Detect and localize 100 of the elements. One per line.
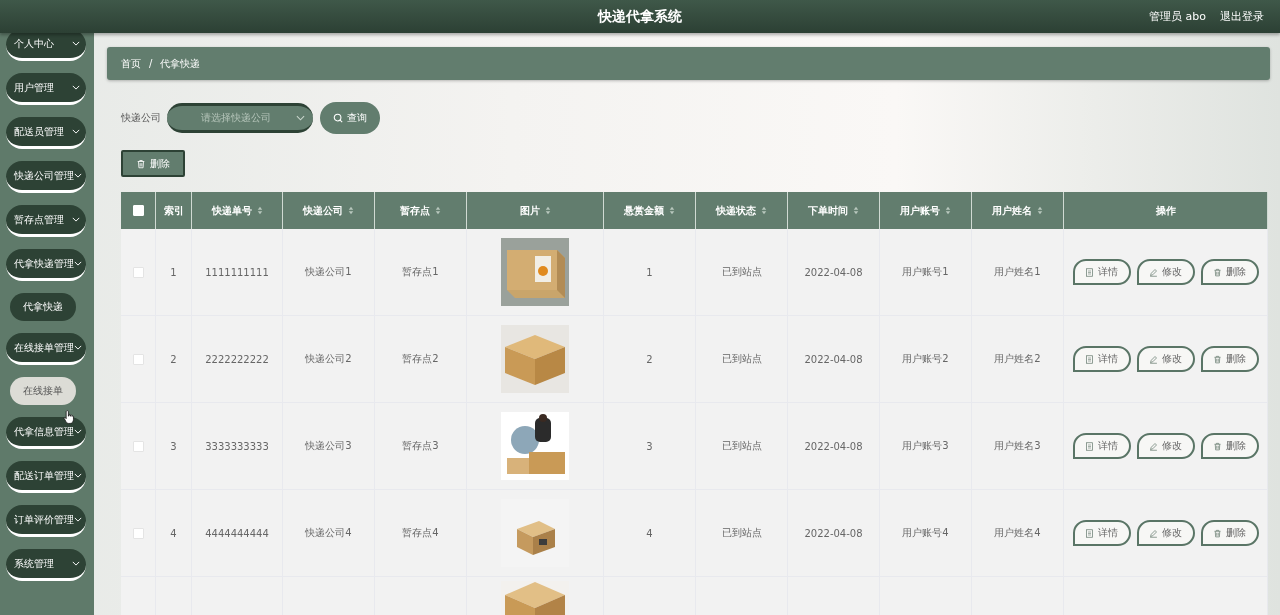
row-checkbox[interactable] xyxy=(132,266,144,278)
menu-item[interactable]: 配送订单管理 xyxy=(6,461,86,493)
submenu-item[interactable]: 在线接单 xyxy=(10,377,76,405)
table-cell: 用户姓名3 xyxy=(994,440,1041,451)
trash-icon xyxy=(1213,528,1222,538)
menu-item[interactable]: 配送员管理 xyxy=(6,117,86,149)
delete-button[interactable]: 删除 xyxy=(121,150,185,177)
chevron-icon xyxy=(74,517,82,522)
sort-icon xyxy=(669,206,675,215)
delete-button[interactable]: 删除 xyxy=(1200,433,1259,459)
table-cell: 暂存点4 xyxy=(402,527,439,538)
filter-label: 快递公司 xyxy=(121,110,161,125)
search-button[interactable]: 查询 xyxy=(320,101,380,134)
details-button[interactable]: 详情 xyxy=(1072,433,1131,459)
edit-button[interactable]: 修改 xyxy=(1136,259,1195,285)
table-cell: 快递公司4 xyxy=(305,527,352,538)
table-cell: 2022-04-08 xyxy=(804,266,863,278)
column-header[interactable]: 操作 xyxy=(1155,203,1176,218)
breadcrumb-link[interactable]: 代拿快递 xyxy=(160,56,201,71)
trash-icon xyxy=(1213,267,1222,277)
document-icon xyxy=(1085,528,1094,538)
menu-item[interactable]: 代拿信息管理 xyxy=(6,417,86,449)
details-button[interactable]: 详情 xyxy=(1072,520,1131,546)
menu-item[interactable]: 在线接单管理 xyxy=(6,333,86,365)
table-cell: 用户账号4 xyxy=(902,527,949,538)
table-cell: 4 xyxy=(170,527,177,539)
table-cell: 已到站点 xyxy=(721,266,762,277)
logout-link[interactable]: 退出登录 xyxy=(1220,9,1264,24)
sort-icon xyxy=(945,206,951,215)
edit-button[interactable]: 修改 xyxy=(1136,346,1195,372)
pencil-icon xyxy=(1149,528,1158,538)
table-cell: 已到站点 xyxy=(721,353,762,364)
menu-item[interactable]: 快递公司管理 xyxy=(6,161,86,193)
chevron-icon xyxy=(74,345,82,350)
chevron-icon xyxy=(72,85,80,90)
column-header[interactable]: 暂存点 xyxy=(400,203,441,218)
sort-icon xyxy=(348,206,354,215)
chevron-icon xyxy=(74,429,82,434)
table-cell: 2022-04-08 xyxy=(804,440,863,452)
delete-button[interactable]: 删除 xyxy=(1200,259,1259,285)
chevron-icon xyxy=(72,41,80,46)
menu-item[interactable]: 暂存点管理 xyxy=(6,205,86,237)
table-cell: 2022-04-08 xyxy=(804,353,863,365)
table-cell: 快递公司1 xyxy=(305,266,352,277)
table-cell: 快递公司3 xyxy=(305,440,352,451)
table-cell: 已到站点 xyxy=(721,440,762,451)
edit-button[interactable]: 修改 xyxy=(1136,433,1195,459)
chevron-icon xyxy=(74,173,82,178)
menu-item[interactable]: 用户管理 xyxy=(6,73,86,105)
chevron-icon xyxy=(74,261,82,266)
table-cell: 2 xyxy=(646,353,653,365)
table-cell: 已到站点 xyxy=(721,527,762,538)
trash-icon xyxy=(136,158,146,169)
table-cell: 暂存点2 xyxy=(402,353,439,364)
sort-icon xyxy=(761,206,767,215)
table-cell: 用户账号2 xyxy=(902,353,949,364)
pencil-icon xyxy=(1149,354,1158,364)
pencil-icon xyxy=(1149,441,1158,451)
table-cell: 3 xyxy=(170,440,177,452)
table-cell: 暂存点1 xyxy=(402,266,439,277)
select-all-checkbox[interactable] xyxy=(132,205,144,217)
table-cell: 1 xyxy=(170,266,177,278)
table-cell: 快递公司2 xyxy=(305,353,352,364)
breadcrumb-separator: / xyxy=(149,58,153,69)
table-cell: 3333333333 xyxy=(205,440,269,452)
details-button[interactable]: 详情 xyxy=(1072,259,1131,285)
delete-button[interactable]: 删除 xyxy=(1200,520,1259,546)
table-cell: 用户账号3 xyxy=(902,440,949,451)
breadcrumb-link[interactable]: 首页 xyxy=(121,56,141,71)
sort-icon xyxy=(256,206,263,215)
table-cell: 1111111111 xyxy=(205,266,269,278)
table-cell: 用户账号1 xyxy=(902,266,949,277)
table-cell: 1 xyxy=(646,266,653,278)
table-cell: 2 xyxy=(170,353,177,365)
chevron-icon xyxy=(72,561,80,566)
details-button[interactable]: 详情 xyxy=(1072,346,1131,372)
sort-icon xyxy=(853,206,859,215)
table-cell: 4444444444 xyxy=(205,527,269,539)
chevron-icon xyxy=(72,129,80,134)
edit-button[interactable]: 修改 xyxy=(1136,520,1195,546)
column-header[interactable]: 图片 xyxy=(519,203,551,218)
menu-item[interactable]: 订单评价管理 xyxy=(6,505,86,537)
table-cell: 4 xyxy=(646,527,653,539)
menu-item[interactable]: 代拿快递管理 xyxy=(6,249,86,281)
table-cell: 3 xyxy=(646,440,653,452)
row-checkbox[interactable] xyxy=(132,440,144,452)
document-icon xyxy=(1085,441,1094,451)
row-checkbox[interactable] xyxy=(132,527,144,539)
table-cell: 暂存点3 xyxy=(402,440,439,451)
chevron-icon xyxy=(72,217,80,222)
sort-icon xyxy=(544,206,551,215)
menu-item[interactable]: 系统管理 xyxy=(6,549,86,581)
trash-icon xyxy=(1213,354,1222,364)
submenu-item[interactable]: 代拿快递 xyxy=(10,293,76,321)
table-cell: 用户姓名2 xyxy=(994,353,1041,364)
chevron-icon xyxy=(74,473,82,478)
row-checkbox[interactable] xyxy=(132,353,144,365)
document-icon xyxy=(1085,354,1094,364)
table-cell: 用户姓名1 xyxy=(994,266,1041,277)
delete-button[interactable]: 删除 xyxy=(1200,346,1259,372)
